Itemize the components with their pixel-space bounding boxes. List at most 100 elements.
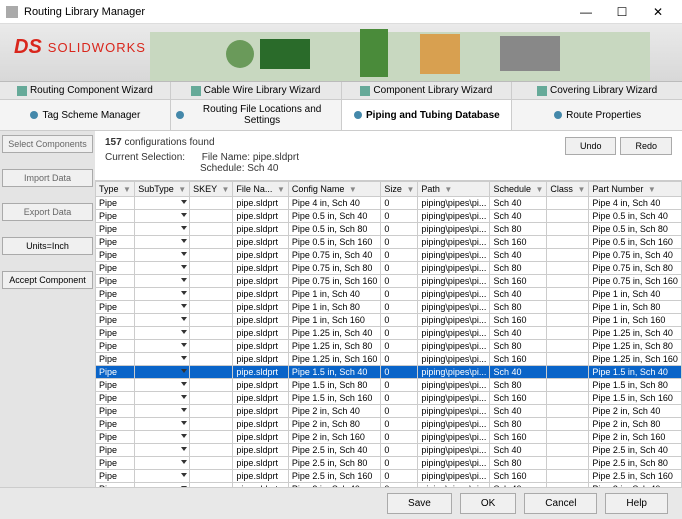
table-row[interactable]: Pipepipe.sldprtPipe 0.5 in, Sch 400pipin… [96, 210, 682, 223]
dropdown-icon[interactable] [179, 367, 187, 375]
dropdown-icon[interactable] [179, 380, 187, 388]
table-row[interactable]: Pipepipe.sldprtPipe 2.5 in, Sch 400pipin… [96, 444, 682, 457]
dropdown-icon[interactable] [179, 445, 187, 453]
cell-subtype[interactable] [135, 301, 190, 314]
dropdown-icon[interactable] [179, 341, 187, 349]
table-row[interactable]: Pipepipe.sldprtPipe 0.75 in, Sch 400pipi… [96, 249, 682, 262]
cell-subtype[interactable] [135, 444, 190, 457]
dropdown-icon[interactable] [179, 432, 187, 440]
table-row[interactable]: Pipepipe.sldprtPipe 2.5 in, Sch 800pipin… [96, 457, 682, 470]
col-path[interactable]: Path ▼ [418, 182, 490, 197]
filter-icon[interactable]: ▼ [123, 185, 131, 194]
tab-route-props[interactable]: Route Properties [512, 100, 682, 130]
cell-subtype[interactable] [135, 366, 190, 379]
cell-subtype[interactable] [135, 197, 190, 210]
cell-subtype[interactable] [135, 210, 190, 223]
cell-subtype[interactable] [135, 457, 190, 470]
table-row[interactable]: Pipepipe.sldprtPipe 2.5 in, Sch 1600pipi… [96, 470, 682, 483]
col-type[interactable]: Type ▼ [96, 182, 135, 197]
col-pn[interactable]: Part Number ▼ [589, 182, 682, 197]
cell-subtype[interactable] [135, 275, 190, 288]
table-row[interactable]: Pipepipe.sldprtPipe 1.25 in, Sch 800pipi… [96, 340, 682, 353]
filter-icon[interactable]: ▼ [444, 185, 452, 194]
filter-icon[interactable]: ▼ [178, 185, 186, 194]
cell-subtype[interactable] [135, 470, 190, 483]
table-row[interactable]: Pipepipe.sldprtPipe 0.5 in, Sch 800pipin… [96, 223, 682, 236]
tab-routing-comp-wizard[interactable]: Routing Component Wizard [0, 82, 171, 99]
units-button[interactable]: Units=Inch [2, 237, 93, 255]
filter-icon[interactable]: ▼ [406, 185, 414, 194]
cell-subtype[interactable] [135, 327, 190, 340]
dropdown-icon[interactable] [179, 354, 187, 362]
filter-icon[interactable]: ▼ [536, 185, 544, 194]
minimize-button[interactable]: — [568, 5, 604, 19]
import-data-button[interactable]: Import Data [2, 169, 93, 187]
table-row[interactable]: Pipepipe.sldprtPipe 0.5 in, Sch 1600pipi… [96, 236, 682, 249]
table-row[interactable]: Pipepipe.sldprtPipe 1 in, Sch 800piping\… [96, 301, 682, 314]
cell-subtype[interactable] [135, 431, 190, 444]
tab-piping-tubing[interactable]: Piping and Tubing Database [342, 100, 513, 130]
accept-component-button[interactable]: Accept Component [2, 271, 93, 289]
dropdown-icon[interactable] [179, 276, 187, 284]
dropdown-icon[interactable] [179, 237, 187, 245]
table-row[interactable]: Pipepipe.sldprtPipe 0.75 in, Sch 800pipi… [96, 262, 682, 275]
col-skey[interactable]: SKEY ▼ [190, 182, 233, 197]
cell-subtype[interactable] [135, 418, 190, 431]
dropdown-icon[interactable] [179, 211, 187, 219]
dropdown-icon[interactable] [179, 198, 187, 206]
table-row[interactable]: Pipepipe.sldprtPipe 2 in, Sch 1600piping… [96, 431, 682, 444]
col-file[interactable]: File Na... ▼ [233, 182, 288, 197]
cell-subtype[interactable] [135, 262, 190, 275]
dropdown-icon[interactable] [179, 406, 187, 414]
cancel-button[interactable]: Cancel [524, 493, 597, 514]
col-sub[interactable]: SubType ▼ [135, 182, 190, 197]
cell-subtype[interactable] [135, 223, 190, 236]
dropdown-icon[interactable] [179, 393, 187, 401]
dropdown-icon[interactable] [179, 302, 187, 310]
dropdown-icon[interactable] [179, 263, 187, 271]
table-row[interactable]: Pipepipe.sldprtPipe 1.5 in, Sch 1600pipi… [96, 392, 682, 405]
maximize-button[interactable]: ☐ [604, 5, 640, 19]
cell-subtype[interactable] [135, 405, 190, 418]
cell-subtype[interactable] [135, 353, 190, 366]
table-row[interactable]: Pipepipe.sldprtPipe 0.75 in, Sch 1600pip… [96, 275, 682, 288]
filter-icon[interactable]: ▼ [648, 185, 656, 194]
table-row[interactable]: Pipepipe.sldprtPipe 1.25 in, Sch 1600pip… [96, 353, 682, 366]
tab-file-locations[interactable]: Routing File Locations and Settings [171, 100, 342, 130]
filter-icon[interactable]: ▼ [277, 185, 285, 194]
dropdown-icon[interactable] [179, 315, 187, 323]
dropdown-icon[interactable] [179, 224, 187, 232]
table-row[interactable]: Pipepipe.sldprtPipe 1.5 in, Sch 400pipin… [96, 366, 682, 379]
select-components-button[interactable]: Select Components [2, 135, 93, 153]
cell-subtype[interactable] [135, 379, 190, 392]
redo-button[interactable]: Redo [620, 137, 672, 155]
dropdown-icon[interactable] [179, 419, 187, 427]
table-row[interactable]: Pipepipe.sldprtPipe 1.5 in, Sch 800pipin… [96, 379, 682, 392]
cell-subtype[interactable] [135, 236, 190, 249]
tab-cable-wire-wizard[interactable]: Cable Wire Library Wizard [171, 82, 342, 99]
table-row[interactable]: Pipepipe.sldprtPipe 2 in, Sch 800piping\… [96, 418, 682, 431]
dropdown-icon[interactable] [179, 250, 187, 258]
table-row[interactable]: Pipepipe.sldprtPipe 4 in, Sch 400piping\… [96, 197, 682, 210]
table-row[interactable]: Pipepipe.sldprtPipe 1 in, Sch 1600piping… [96, 314, 682, 327]
table-row[interactable]: Pipepipe.sldprtPipe 1.25 in, Sch 400pipi… [96, 327, 682, 340]
filter-icon[interactable]: ▼ [349, 185, 357, 194]
dropdown-icon[interactable] [179, 328, 187, 336]
ok-button[interactable]: OK [460, 493, 516, 514]
close-button[interactable]: ✕ [640, 5, 676, 19]
tab-tag-scheme[interactable]: Tag Scheme Manager [0, 100, 171, 130]
col-cfg[interactable]: Config Name ▼ [288, 182, 381, 197]
table-row[interactable]: Pipepipe.sldprtPipe 1 in, Sch 400piping\… [96, 288, 682, 301]
cell-subtype[interactable] [135, 249, 190, 262]
filter-icon[interactable]: ▼ [577, 185, 585, 194]
cell-subtype[interactable] [135, 340, 190, 353]
help-button[interactable]: Help [605, 493, 668, 514]
cell-subtype[interactable] [135, 392, 190, 405]
data-grid[interactable]: Type ▼SubType ▼SKEY ▼File Na... ▼Config … [95, 180, 682, 509]
col-sch[interactable]: Schedule ▼ [490, 182, 547, 197]
tab-comp-lib-wizard[interactable]: Component Library Wizard [342, 82, 513, 99]
undo-button[interactable]: Undo [565, 137, 617, 155]
col-cls[interactable]: Class ▼ [547, 182, 589, 197]
dropdown-icon[interactable] [179, 458, 187, 466]
cell-subtype[interactable] [135, 314, 190, 327]
